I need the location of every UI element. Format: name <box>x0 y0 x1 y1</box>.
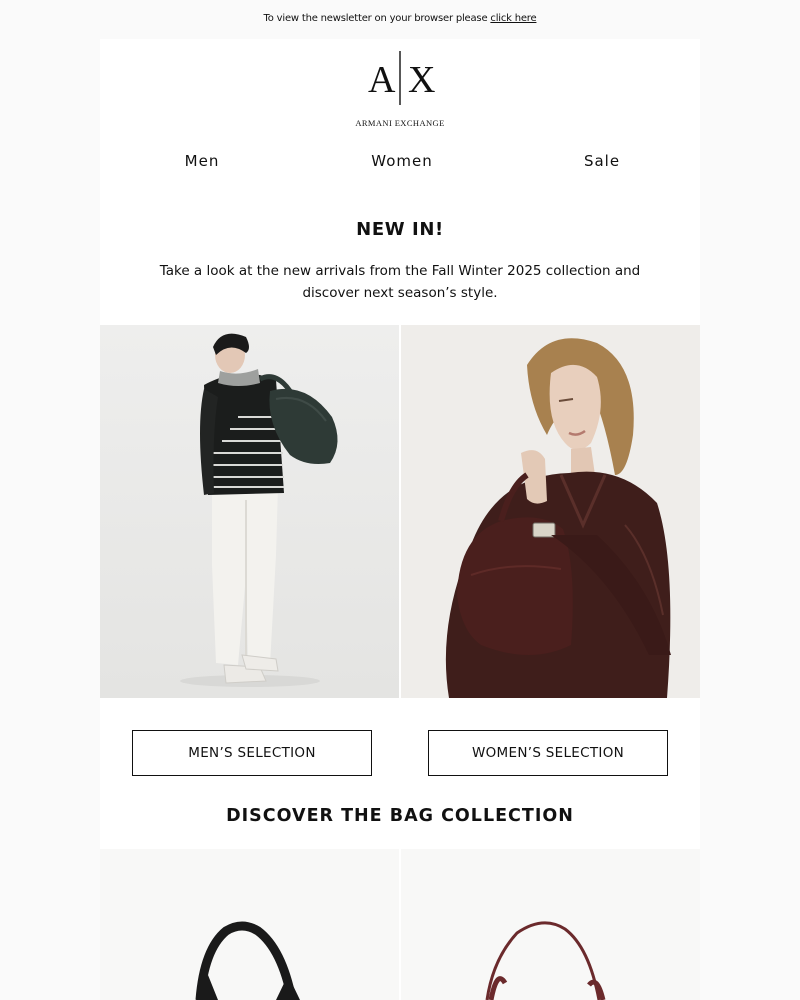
black-tote-illustration <box>100 849 399 1000</box>
women-hero-image[interactable] <box>401 325 700 698</box>
logo-subtitle: ARMANI EXCHANGE <box>355 118 445 128</box>
nav-item-sale[interactable]: Sale <box>502 152 700 170</box>
nav-item-women[interactable]: Women <box>302 152 502 170</box>
intro-text: Take a look at the new arrivals from the… <box>159 263 641 301</box>
bag-collection-heading: DISCOVER THE BAG COLLECTION <box>226 806 574 826</box>
brand-logo[interactable]: A X ARMANI EXCHANGE <box>100 51 700 131</box>
mens-selection-button[interactable]: MEN’S SELECTION <box>132 730 372 776</box>
logo-letter-x: X <box>408 59 435 101</box>
burgundy-bag-illustration <box>401 849 700 1000</box>
newsletter-card: A X ARMANI EXCHANGE Men Women Sale NEW I… <box>100 39 700 1000</box>
new-in-heading: NEW IN! <box>356 219 444 240</box>
womens-selection-button[interactable]: WOMEN’S SELECTION <box>428 730 668 776</box>
women-model-illustration <box>401 325 700 698</box>
browser-view-notice: To view the newsletter on your browser p… <box>0 0 800 39</box>
ax-logo-mark: A X <box>368 51 435 105</box>
browser-view-text: To view the newsletter on your browser p… <box>263 13 491 24</box>
burgundy-bag-image[interactable] <box>401 849 700 1000</box>
main-nav: Men Women Sale <box>100 152 700 176</box>
black-bag-image[interactable] <box>100 849 399 1000</box>
click-here-link[interactable]: click here <box>490 13 536 24</box>
men-model-illustration <box>100 325 399 698</box>
logo-letter-a: A <box>368 59 396 101</box>
nav-item-men[interactable]: Men <box>102 152 302 170</box>
men-hero-image[interactable] <box>100 325 399 698</box>
